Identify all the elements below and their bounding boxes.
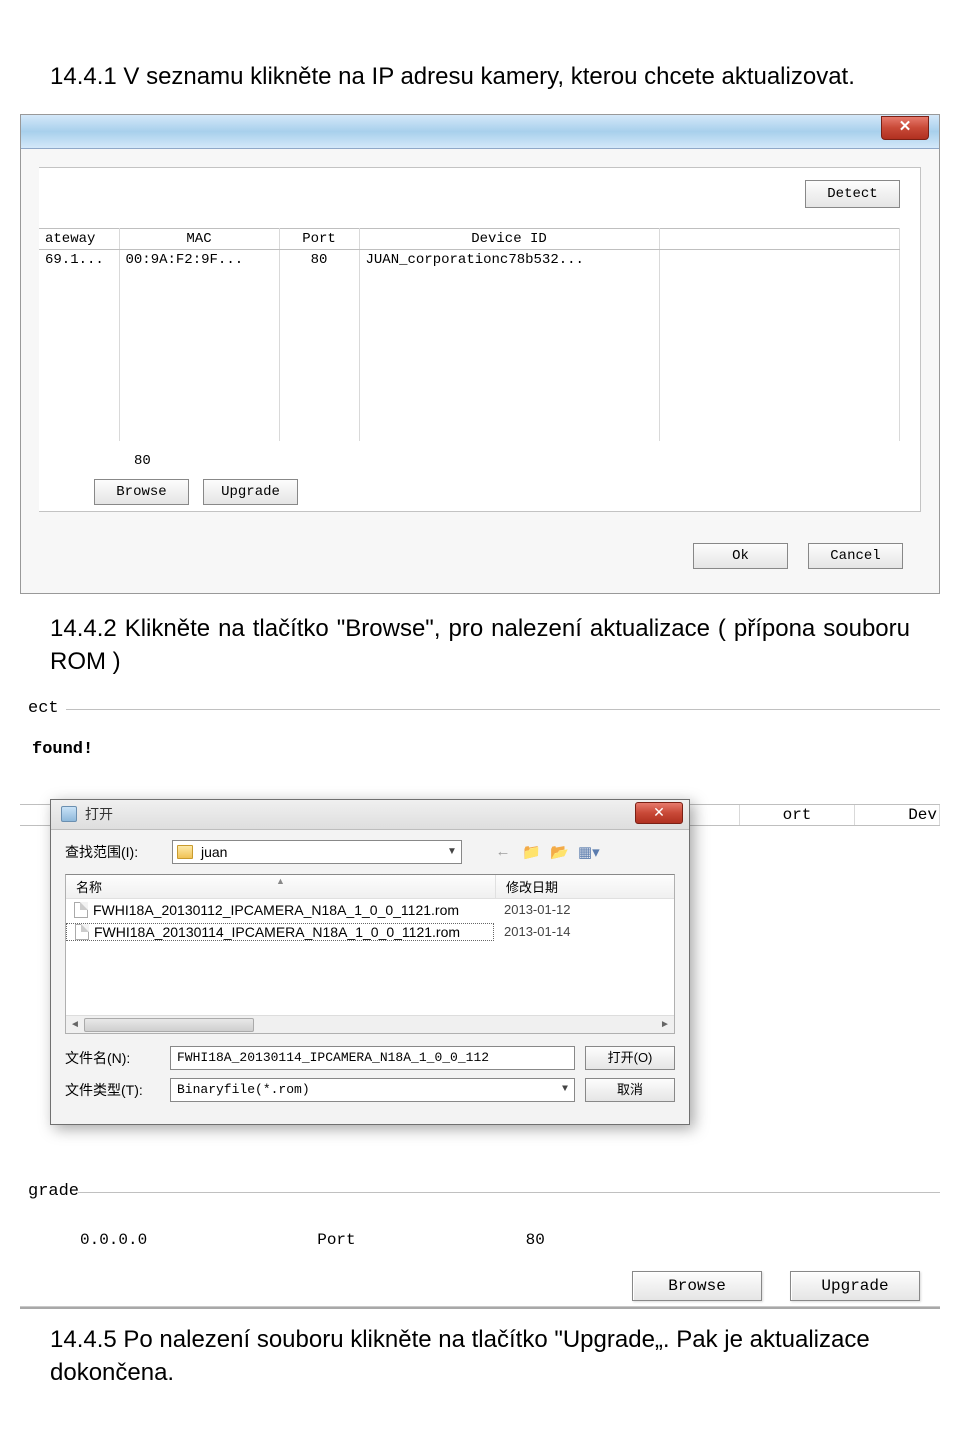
- folder-name: juan: [201, 844, 443, 860]
- filename-input[interactable]: FWHI18A_20130114_IPCAMERA_N18A_1_0_0_112: [170, 1046, 575, 1070]
- open-title: 打开: [85, 804, 113, 824]
- grade-label: grade: [28, 1182, 79, 1201]
- filelist-col-date[interactable]: 修改日期: [496, 877, 674, 896]
- file-row[interactable]: FWHI18A_20130114_IPCAMERA_N18A_1_0_0_112…: [66, 921, 674, 943]
- file-row[interactable]: FWHI18A_20130112_IPCAMERA_N18A_1_0_0_112…: [66, 899, 674, 921]
- col-port[interactable]: Port: [279, 228, 359, 249]
- col-deviceid[interactable]: Device ID: [359, 228, 659, 249]
- folder-icon: [177, 845, 193, 859]
- scroll-right-icon[interactable]: ►: [656, 1016, 674, 1033]
- cell-mac: 00:9A:F2:9F...: [119, 249, 279, 270]
- file-name: FWHI18A_20130112_IPCAMERA_N18A_1_0_0_112…: [93, 902, 459, 918]
- cell-deviceid: JUAN_corporationc78b532...: [359, 249, 659, 270]
- scroll-left-icon[interactable]: ◄: [66, 1016, 84, 1033]
- bg-col-port: ort: [740, 805, 855, 825]
- cell-gateway: 69.1...: [39, 249, 119, 270]
- browse-button[interactable]: Browse: [94, 479, 189, 505]
- cancel-open-button[interactable]: 取消: [585, 1078, 675, 1102]
- table-row[interactable]: 69.1... 00:9A:F2:9F... 80 JUAN_corporati…: [39, 249, 900, 270]
- instruction-14-4-5: 14.4.5 Po nalezení souboru klikněte na t…: [50, 1323, 910, 1390]
- detect-button[interactable]: Detect: [805, 180, 900, 208]
- open-titlebar: 打开 ✕: [51, 800, 689, 830]
- ip-value: 0.0.0.0: [80, 1231, 147, 1249]
- filetype-label: 文件类型(T):: [65, 1080, 160, 1100]
- cancel-button[interactable]: Cancel: [808, 543, 903, 569]
- back-icon[interactable]: ←: [494, 843, 512, 860]
- scroll-thumb[interactable]: [84, 1018, 254, 1032]
- instruction-14-4-2: 14.4.2 Klikněte na tlačítko "Browse", pr…: [50, 612, 910, 679]
- horizontal-scrollbar[interactable]: ◄ ►: [66, 1015, 674, 1033]
- col-gateway[interactable]: ateway: [39, 228, 119, 249]
- titlebar: ✕: [21, 115, 939, 149]
- ect-label: ect: [28, 699, 59, 718]
- filetype-dropdown[interactable]: Binaryfile(*.rom) ▼: [170, 1078, 575, 1102]
- col-name-label: 名称: [76, 877, 102, 896]
- port-value: 80: [526, 1231, 545, 1249]
- browse-button[interactable]: Browse: [632, 1271, 762, 1301]
- sort-indicator-icon: ▲: [276, 876, 285, 886]
- open-file-dialog: 打开 ✕ 查找范围(I): juan ▼ ← 📁 📂 ▦▾: [50, 799, 690, 1125]
- up-folder-icon[interactable]: 📁: [522, 843, 540, 861]
- file-icon: [75, 924, 89, 940]
- col-mac[interactable]: MAC: [119, 228, 279, 249]
- upgrade-button[interactable]: Upgrade: [203, 479, 298, 505]
- dropdown-arrow-icon: ▼: [443, 846, 461, 857]
- file-date: 2013-01-14: [494, 924, 674, 939]
- folder-dropdown[interactable]: juan ▼: [172, 840, 462, 864]
- filetype-value: Binaryfile(*.rom): [177, 1079, 556, 1101]
- filename-label: 文件名(N):: [65, 1048, 160, 1068]
- device-table: ateway MAC Port Device ID 69.1... 00:9A:…: [39, 228, 900, 441]
- file-open-screenshot: ect found! ort Dev 打开 ✕ 查找范围(I): juan: [20, 699, 940, 1309]
- port-label: Port: [317, 1231, 355, 1249]
- ok-button[interactable]: Ok: [693, 543, 788, 569]
- inner-panel: Detect ateway MAC Port Device ID 69.1...…: [39, 167, 921, 512]
- open-button[interactable]: 打开(O): [585, 1046, 675, 1070]
- col-empty: [659, 228, 900, 249]
- bg-col-dev: Dev: [855, 805, 940, 825]
- lookin-label: 查找范围(I):: [65, 842, 160, 862]
- port-value: 80: [134, 453, 151, 469]
- file-name: FWHI18A_20130114_IPCAMERA_N18A_1_0_0_112…: [94, 924, 460, 940]
- upgrade-button[interactable]: Upgrade: [790, 1271, 920, 1301]
- file-date: 2013-01-12: [494, 902, 674, 917]
- instruction-14-4-1: 14.4.1 V seznamu klikněte na IP adresu k…: [50, 60, 910, 94]
- found-label: found!: [32, 740, 940, 759]
- close-button[interactable]: ✕: [881, 116, 929, 140]
- close-button[interactable]: ✕: [635, 802, 683, 824]
- detect-dialog: ✕ Detect ateway MAC Port Device ID 69.1.…: [20, 114, 940, 594]
- file-icon: [74, 902, 88, 918]
- filelist-col-name[interactable]: 名称 ▲: [66, 875, 496, 898]
- cell-port: 80: [279, 249, 359, 270]
- open-icon: [61, 806, 77, 822]
- new-folder-icon[interactable]: 📂: [550, 843, 568, 861]
- dropdown-arrow-icon: ▼: [556, 1079, 574, 1101]
- file-list: 名称 ▲ 修改日期 FWHI18A_20130112_IPCAMERA_N18A…: [65, 874, 675, 1034]
- view-menu-icon[interactable]: ▦▾: [578, 843, 596, 861]
